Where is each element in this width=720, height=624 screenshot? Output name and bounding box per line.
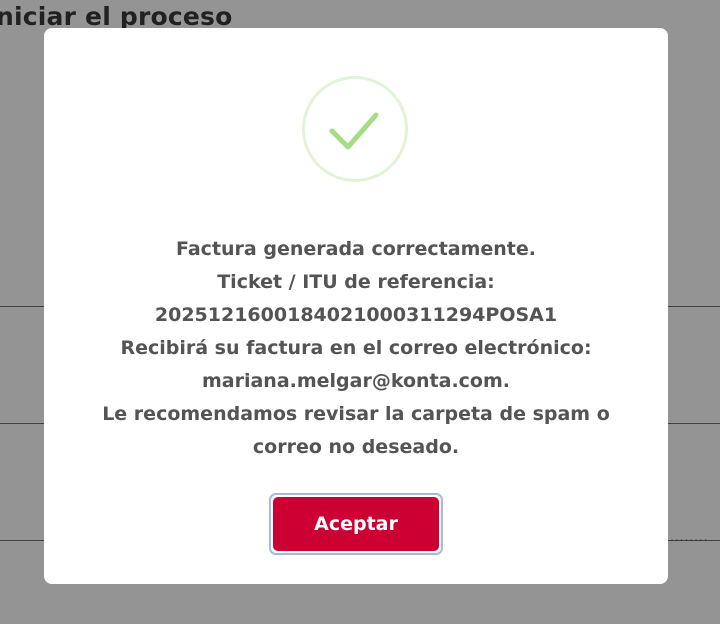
message-line-email-label: Recibirá su factura en el correo electró… xyxy=(120,337,592,359)
page: niciar el proceso ........ Factura gener… xyxy=(0,0,720,624)
success-dialog: Factura generada correctamente. Ticket /… xyxy=(44,28,668,584)
accept-button-focus-ring: Aceptar xyxy=(269,493,443,555)
message-line-ticket-label: Ticket / ITU de referencia: xyxy=(217,271,495,293)
dialog-message: Factura generada correctamente. Ticket /… xyxy=(64,233,648,464)
message-line-spam-hint: Le recomendamos revisar la carpeta de sp… xyxy=(102,403,610,425)
success-ring xyxy=(302,76,408,182)
message-line-email: mariana.melgar@konta.com. xyxy=(201,370,511,392)
checkmark-icon xyxy=(329,112,379,150)
message-line-title: Factura generada correctamente. xyxy=(176,238,536,260)
message-line-spam-hint-cont: correo no deseado. xyxy=(252,436,460,458)
message-line-ticket-number: 2025121600184021000311294POSA1 xyxy=(154,304,558,326)
accept-button[interactable]: Aceptar xyxy=(273,497,439,551)
